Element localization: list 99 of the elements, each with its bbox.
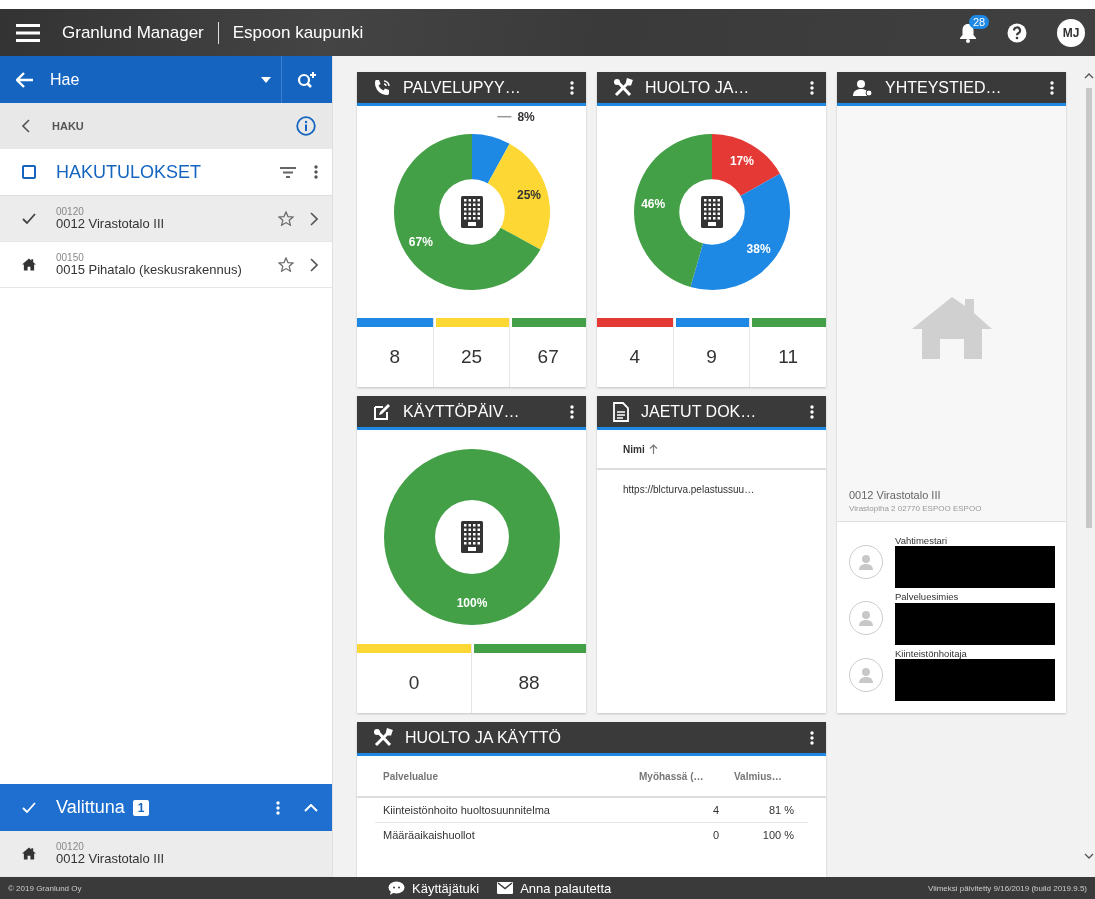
info-icon[interactable] <box>296 116 316 136</box>
card-title: PALVELUPYY… <box>403 78 522 97</box>
building-icon <box>700 196 723 228</box>
legend-count: 88 <box>517 671 541 695</box>
item-code: 00120 <box>56 841 85 853</box>
table-cell-text: 4 <box>711 804 719 816</box>
more-icon[interactable] <box>810 730 814 745</box>
table-cell-text: 81 % <box>767 804 794 816</box>
chevron-right-icon[interactable] <box>310 257 318 272</box>
contact-role: Kiinteistönhoitaja <box>895 648 968 659</box>
copyright-text: © 2019 Granlund Oy <box>8 883 83 893</box>
contact-role: Vahtimestari <box>895 535 949 547</box>
tools-icon <box>613 77 633 98</box>
more-icon[interactable] <box>314 165 318 179</box>
table-cell-text: 0 <box>711 828 719 841</box>
star-outline-icon[interactable] <box>278 211 294 226</box>
building-address: Virastopiha 2 02770 ESPOO ESPOO <box>837 500 1066 522</box>
selected-count-badge: 1 <box>132 799 150 816</box>
more-icon[interactable] <box>1050 80 1054 95</box>
more-icon[interactable] <box>570 80 574 95</box>
mail-icon <box>497 882 514 894</box>
app-title: Granlund Manager <box>62 22 204 43</box>
tools-icon <box>373 727 393 748</box>
back-arrow-icon[interactable] <box>16 71 34 88</box>
card-title: HUOLTO JA… <box>645 78 751 97</box>
footer-link[interactable]: Anna palautetta <box>497 880 612 896</box>
card-title: JAETUT DOK… <box>641 402 758 421</box>
leader-line <box>496 115 512 118</box>
caret-icon <box>261 76 271 83</box>
filter-icon[interactable] <box>280 166 296 178</box>
column-header[interactable]: Palvelualue <box>383 770 639 782</box>
slice-label: 67% <box>408 235 433 250</box>
table-cell-text: 100 % <box>761 828 794 841</box>
column-header[interactable]: Myöhassä (… <box>639 770 734 782</box>
legend-count: 8 <box>388 345 402 369</box>
contact-role: Palveluesimies <box>895 592 960 603</box>
more-icon[interactable] <box>570 404 574 419</box>
house-icon <box>22 847 36 860</box>
legend-count: 4 <box>628 345 642 369</box>
more-icon[interactable] <box>810 404 814 419</box>
edit-icon <box>373 402 391 421</box>
selected-item[interactable]: 00120 0012 Virastotalo III <box>0 831 332 877</box>
legend-count: 67 <box>536 345 560 369</box>
slice-label: 17% <box>729 153 754 168</box>
more-icon[interactable] <box>276 800 280 815</box>
checkmark-icon <box>22 213 36 224</box>
building-name: 0012 Virastotalo III <box>848 488 942 501</box>
star-outline-icon[interactable] <box>278 257 294 272</box>
person-avatar-icon <box>858 553 874 570</box>
table-cell-text: Määräaikaishuollot <box>383 828 476 841</box>
user-avatar[interactable]: MJ <box>1057 18 1085 47</box>
column-header[interactable]: Nimi <box>623 443 645 455</box>
card-title: HUOLTO JA KÄYTTÖ <box>405 728 562 747</box>
chevron-up-icon[interactable] <box>304 803 318 812</box>
building-icon <box>460 196 483 228</box>
search-plus-icon <box>297 70 317 89</box>
slice-label: 100% <box>456 596 487 611</box>
item-code: 00120 <box>56 206 85 218</box>
result-item[interactable]: 00120 0012 Virastotalo III <box>0 196 332 242</box>
slice-label: 8% <box>516 112 535 124</box>
legend-count: 9 <box>705 345 718 369</box>
footer-link[interactable]: Käyttäjätuki <box>388 880 480 896</box>
breadcrumb-label: HAKU <box>52 120 85 132</box>
checkmark-icon <box>22 802 36 813</box>
chevron-right-icon[interactable] <box>310 211 318 226</box>
document-link[interactable]: https://blcturva.pelastussuu… <box>597 470 826 509</box>
selected-panel-title: Valittuna <box>56 797 125 818</box>
legend-count: 25 <box>459 345 484 369</box>
help-icon[interactable] <box>1007 22 1027 43</box>
person-avatar-icon <box>858 610 874 627</box>
slice-label: 25% <box>516 188 541 203</box>
organization-name: Espoon kaupunki <box>232 22 364 43</box>
notification-badge: 28 <box>969 14 990 29</box>
phone-icon <box>373 78 391 97</box>
item-name: 0012 Virastotalo III <box>56 852 166 866</box>
chat-icon <box>388 880 405 896</box>
more-icon[interactable] <box>810 80 814 95</box>
card-title: KÄYTTÖPÄIV… <box>403 402 521 421</box>
legend-count: 0 <box>407 671 421 695</box>
house-icon <box>22 258 36 271</box>
results-title: HAKUTULOKSET <box>56 161 203 183</box>
person-icon <box>853 78 873 97</box>
chevron-left-icon[interactable] <box>22 119 30 133</box>
column-header[interactable]: Valmius… <box>734 770 794 782</box>
table-cell-text: Kiinteistönhoito huoltosuunnitelma <box>383 804 551 816</box>
card-title: YHTEYSTIED… <box>885 78 1003 97</box>
slice-label: 38% <box>746 241 771 256</box>
sort-arrow-icon <box>648 444 658 454</box>
last-updated-text: Viimeksi päivitetty 9/16/2019 (build 2019.9.5) <box>927 883 1087 893</box>
person-avatar-icon <box>858 666 874 683</box>
select-all-checkbox[interactable] <box>22 165 36 179</box>
slice-label: 46% <box>640 196 665 211</box>
item-name: 0012 Virastotalo III <box>56 217 166 231</box>
building-icon <box>460 521 483 553</box>
document-icon <box>613 401 629 422</box>
legend-count: 11 <box>777 345 800 369</box>
item-code: 00150 <box>56 252 85 264</box>
item-name: 0015 Pihatalo (keskusrakennus) <box>56 263 243 277</box>
menu-icon[interactable] <box>16 23 40 42</box>
